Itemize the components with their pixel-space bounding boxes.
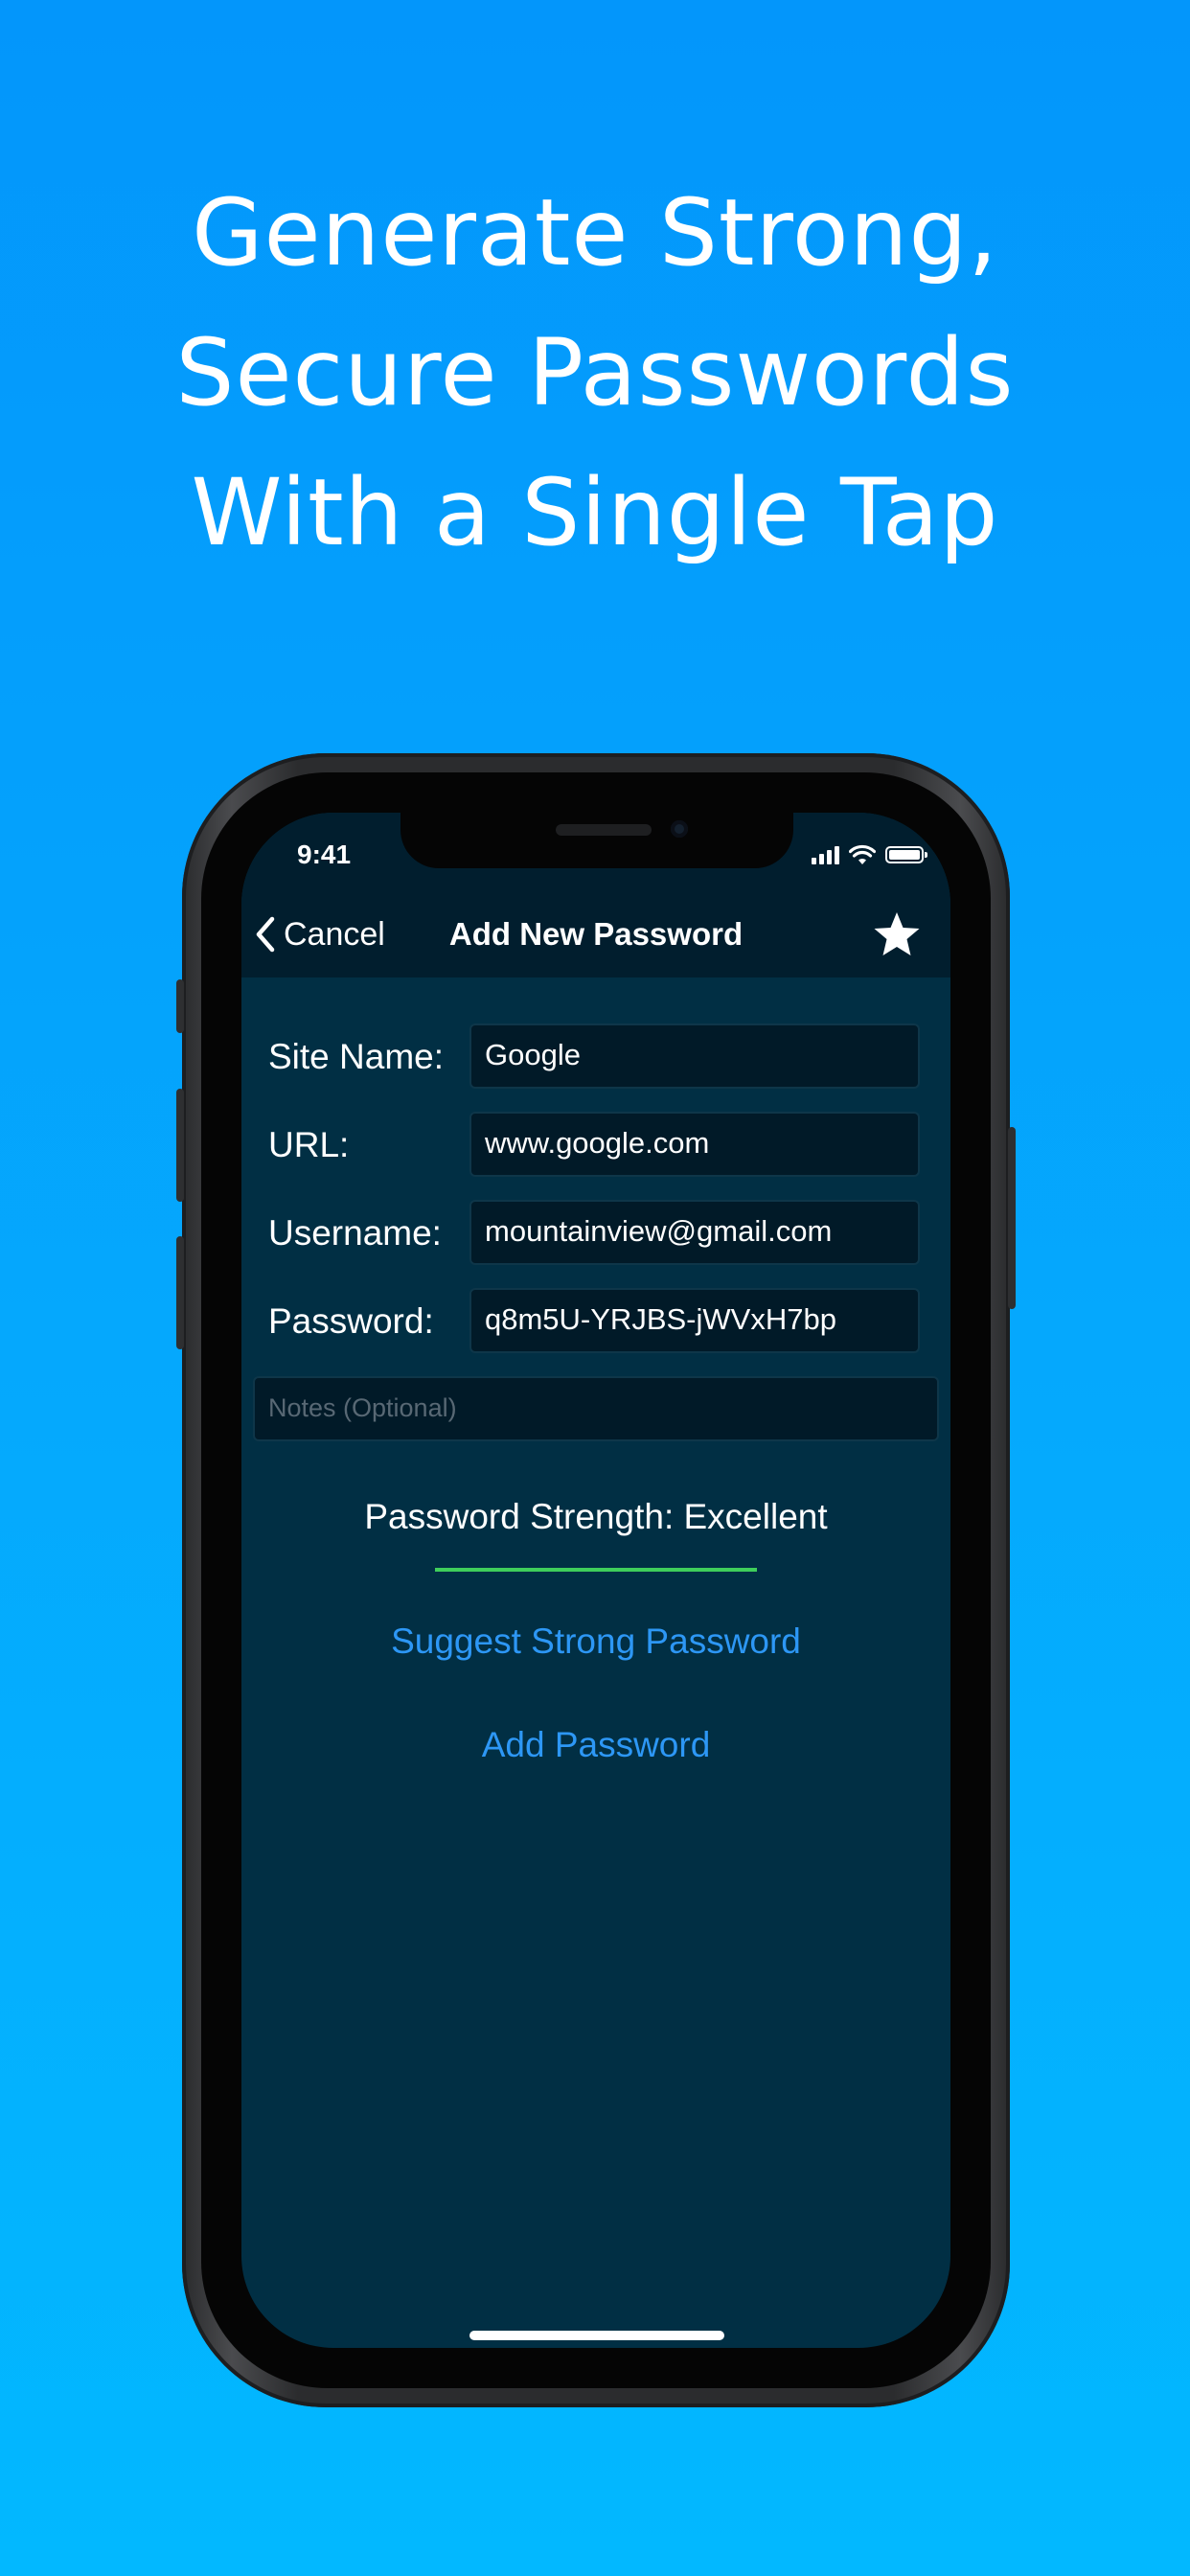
site-name-label: Site Name:	[268, 1037, 445, 1076]
password-strength-meter	[435, 1568, 757, 1572]
phone-mute-switch	[176, 979, 184, 1033]
password-strength-fill	[435, 1568, 757, 1572]
site-name-field[interactable]: Google	[469, 1024, 920, 1089]
headline-line-1: Generate Strong,	[192, 179, 998, 287]
username-label: Username:	[268, 1213, 442, 1253]
url-label: URL:	[268, 1125, 350, 1164]
suggest-strong-password-button[interactable]: Suggest Strong Password	[241, 1622, 950, 1662]
add-password-button[interactable]: Add Password	[241, 1725, 950, 1765]
marketing-headline: Generate Strong, Secure Passwords With a…	[0, 163, 1190, 583]
url-field[interactable]: www.google.com	[469, 1112, 920, 1177]
headline-line-2: Secure Passwords	[175, 319, 1015, 426]
home-indicator	[469, 2331, 724, 2340]
phone-volume-down	[176, 1236, 184, 1349]
url-row: URL: www.google.com	[268, 1112, 924, 1177]
phone-volume-up	[176, 1089, 184, 1202]
username-row: Username: mountainview@gmail.com	[268, 1200, 924, 1265]
password-strength-label: Password Strength: Excellent	[364, 1497, 828, 1536]
site-name-row: Site Name: Google	[268, 1024, 924, 1089]
form-area: Site Name: Google URL: www.google.com Us…	[241, 813, 950, 2348]
password-field[interactable]: q8m5U-YRJBS-jWVxH7bp	[469, 1288, 920, 1353]
username-field[interactable]: mountainview@gmail.com	[469, 1200, 920, 1265]
headline-line-3: With a Single Tap	[191, 459, 999, 566]
phone-power-button	[1008, 1127, 1016, 1309]
notes-field[interactable]: Notes (Optional)	[253, 1376, 939, 1441]
password-row: Password: q8m5U-YRJBS-jWVxH7bp	[268, 1288, 924, 1353]
password-label: Password:	[268, 1301, 434, 1341]
